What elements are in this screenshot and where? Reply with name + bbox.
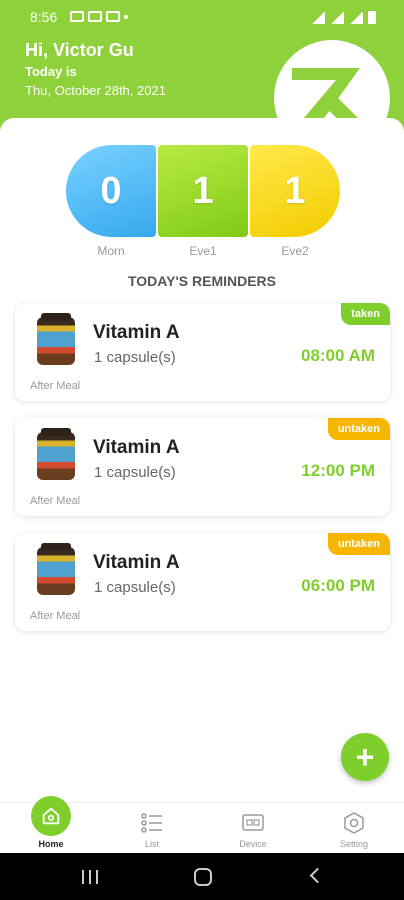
medicine-dose: 1 capsule(s) [94, 349, 176, 366]
meal-note: After Meal [30, 380, 81, 392]
mail-icon-2 [106, 11, 120, 22]
slot-evening1-count[interactable]: 1 [158, 145, 248, 237]
mail-icon [70, 11, 84, 22]
add-reminder-button[interactable]: + [341, 733, 389, 781]
wifi-icon [330, 11, 344, 24]
medicine-bottle-icon [37, 432, 75, 480]
bottle-cap [41, 313, 71, 321]
greeting-text: Hi, Victor Gu [25, 40, 134, 60]
plus-icon: + [355, 738, 375, 775]
device-icon [242, 814, 264, 831]
reminder-time: 08:00 AM [300, 346, 375, 365]
nav-list[interactable]: List [117, 803, 187, 854]
nav-list-label: List [144, 839, 159, 849]
list-icon [141, 813, 162, 833]
back-icon[interactable] [309, 867, 326, 884]
medicine-dose: 1 capsule(s) [94, 464, 176, 481]
reminder-card[interactable]: untaken Vitamin A 1 capsule(s) 12:00 PM … [15, 418, 390, 516]
medicine-bottle-icon [37, 317, 75, 365]
reminder-time: 06:00 PM [301, 576, 375, 595]
reminder-card[interactable]: untaken Vitamin A 1 capsule(s) 06:00 PM … [15, 533, 390, 631]
mute-icon [311, 11, 325, 24]
reminder-card[interactable]: taken Vitamin A 1 capsule(s) 08:00 AM Af… [15, 303, 390, 401]
medicine-name: Vitamin A [93, 322, 180, 343]
meal-note: After Meal [30, 495, 81, 507]
recent-apps-icon[interactable] [82, 870, 98, 884]
slot-evening2-count[interactable]: 1 [250, 145, 340, 237]
notification-icons [70, 11, 128, 22]
current-date: Thu, October 28th, 2021 [25, 83, 166, 98]
reminder-time: 12:00 PM [301, 461, 375, 480]
today-label: Today is [25, 64, 77, 79]
system-home-icon[interactable] [194, 868, 212, 886]
meal-note: After Meal [30, 610, 81, 622]
nav-home-label: Home [38, 839, 64, 849]
more-dot-icon [124, 15, 128, 19]
status-badge: taken [341, 303, 390, 325]
signal-icon [349, 11, 363, 24]
pill-slot-summary: 0 1 1 [66, 145, 340, 237]
status-badge: untaken [327, 418, 390, 440]
medicine-dose: 1 capsule(s) [94, 579, 176, 596]
slot-morning-label: Morn [97, 244, 125, 258]
nav-setting-label: Setting [339, 839, 369, 849]
bottle-cap [41, 543, 71, 551]
settings-icon [344, 812, 364, 834]
bottle-cap [41, 428, 71, 436]
nav-device-label: Device [239, 839, 267, 849]
battery-icon [368, 11, 376, 24]
slot-morning-count[interactable]: 0 [66, 145, 156, 237]
slot-evening2-label: Eve2 [281, 244, 309, 258]
nav-setting[interactable]: Setting [319, 803, 389, 854]
system-navigation-bar [0, 853, 404, 900]
status-time: 8:56 [30, 9, 58, 25]
slot-evening1-label: Eve1 [189, 244, 217, 258]
medicine-bottle-icon [37, 547, 75, 595]
medicine-name: Vitamin A [93, 437, 180, 458]
nav-device[interactable]: Device [218, 803, 288, 854]
home-icon[interactable] [31, 796, 71, 836]
status-badge: untaken [327, 533, 390, 555]
medicine-name: Vitamin A [93, 552, 180, 573]
section-title: TODAY'S REMINDERS [127, 273, 277, 289]
linkedin-icon [88, 11, 102, 22]
system-icons [311, 11, 376, 24]
status-bar: 8:56 [0, 0, 404, 34]
